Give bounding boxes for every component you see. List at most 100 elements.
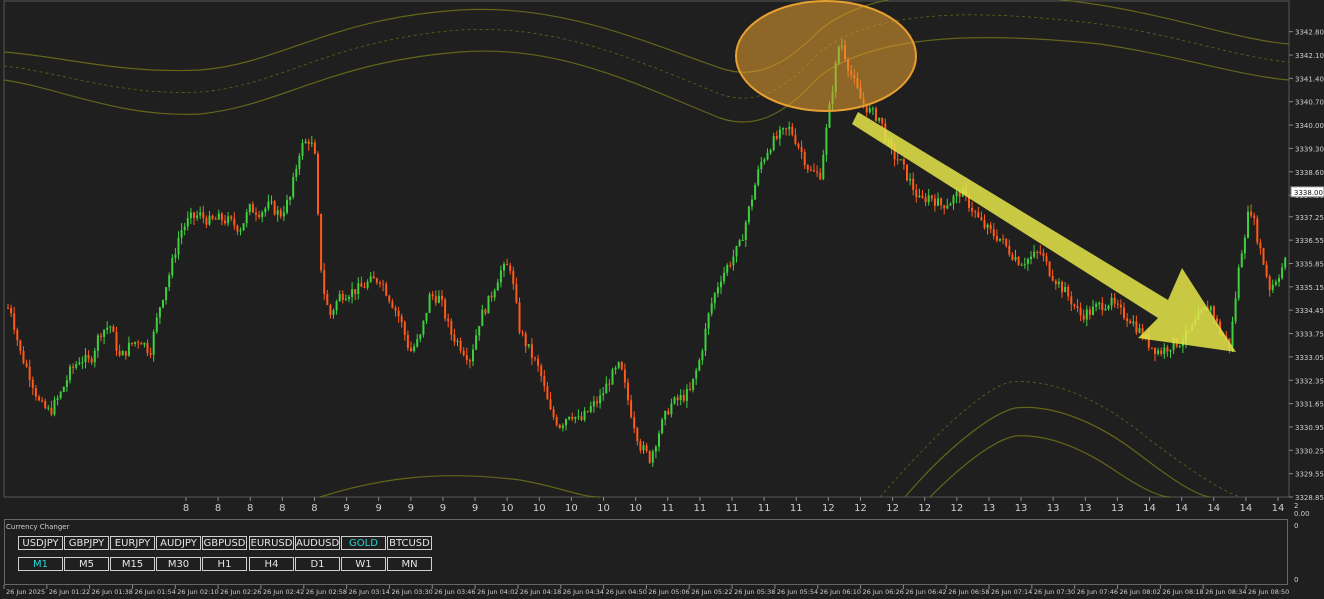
symbol-button-audusd[interactable]: AUDUSD — [295, 536, 340, 550]
candle-body — [543, 375, 546, 387]
time-label: 26 Jun 06:58 — [948, 588, 989, 596]
candle-body — [654, 446, 657, 452]
candle-body — [1274, 281, 1277, 285]
candle-body — [658, 433, 660, 447]
time-label: 26 Jun 04:18 — [520, 588, 561, 596]
timeframe-button-m15[interactable]: M15 — [110, 557, 155, 571]
candle-body — [193, 212, 195, 218]
candle-body — [16, 329, 19, 341]
candle-body — [465, 354, 468, 361]
candle-body — [518, 302, 521, 333]
symbol-button-gbpusd[interactable]: GBPUSD — [202, 536, 247, 550]
y-tick-label: 3331.65 — [1295, 401, 1324, 409]
y-tick-label: 3340.00 — [1295, 122, 1324, 130]
candle-body — [121, 351, 124, 356]
y-tick-label: 3333.75 — [1295, 331, 1324, 339]
candle-body — [158, 307, 161, 318]
candle-body — [1262, 248, 1265, 265]
candle-body — [413, 346, 416, 352]
candle-body — [673, 397, 676, 404]
candle-body — [819, 172, 822, 180]
symbol-button-audjpy[interactable]: AUDJPY — [156, 536, 201, 550]
candle-body — [679, 395, 682, 401]
envelope-band — [3, 0, 1290, 73]
timeframe-button-h4[interactable]: H4 — [249, 557, 294, 571]
candle-body — [403, 322, 406, 335]
candle-body — [279, 210, 282, 217]
candle-body — [96, 335, 99, 351]
hour-label: 14 — [1207, 503, 1220, 514]
candle-body — [822, 154, 825, 180]
candle-body — [689, 388, 691, 390]
candle-body — [1259, 242, 1262, 249]
candle-body — [701, 350, 704, 361]
candle-body — [744, 222, 747, 241]
candle-body — [180, 230, 183, 238]
candle-body — [220, 213, 223, 221]
time-label: 26 Jun 08:50 — [1248, 588, 1289, 596]
candle-body — [720, 281, 722, 288]
candle-body — [682, 395, 685, 401]
candle-body — [1011, 254, 1014, 260]
candle-body — [38, 396, 40, 401]
candle-body — [320, 213, 323, 271]
candle-body — [1085, 309, 1088, 320]
candle-body — [704, 328, 707, 351]
y-tick-label: 3333.05 — [1295, 354, 1324, 362]
candle-body — [1256, 218, 1259, 243]
hour-label: 8 — [247, 503, 253, 514]
candle-body — [707, 313, 710, 329]
candle-body — [577, 416, 580, 418]
y-tick-label: 3342.80 — [1295, 29, 1324, 37]
candle-body — [1095, 304, 1098, 307]
timeframe-button-m30[interactable]: M30 — [156, 557, 201, 571]
timeframe-button-h1[interactable]: H1 — [202, 557, 247, 571]
candle-body — [1212, 306, 1215, 319]
candle-body — [50, 407, 53, 415]
price-chart[interactable]: 3342.80 3342.10 3341.40 3340.70 3340.00 3339.… — [0, 0, 1324, 599]
candle-body — [999, 238, 1001, 241]
candle-body — [915, 189, 918, 198]
symbol-button-eurjpy[interactable]: EURJPY — [110, 536, 155, 550]
timeframe-button-m1[interactable]: M1 — [18, 557, 63, 571]
timeframe-button-d1[interactable]: D1 — [295, 557, 340, 571]
candle-body — [146, 342, 149, 354]
symbol-button-gold[interactable]: GOLD — [341, 536, 386, 550]
candle-body — [177, 237, 180, 255]
candle-body — [326, 293, 329, 305]
symbol-button-btcusd[interactable]: BTCUSD — [387, 536, 432, 550]
candle-body — [1209, 306, 1212, 311]
timeframe-button-w1[interactable]: W1 — [341, 557, 386, 571]
time-label: 26 Jun 04:50 — [606, 588, 647, 596]
candle-body — [437, 295, 440, 303]
candle-body — [382, 283, 385, 285]
candle-body — [521, 332, 524, 334]
candle-body — [642, 445, 645, 451]
timeframe-button-mn[interactable]: MN — [387, 557, 432, 571]
symbol-button-usdjpy[interactable]: USDJPY — [18, 536, 63, 550]
symbol-button-gbpjpy[interactable]: GBPJPY — [64, 536, 109, 550]
candle-body — [515, 284, 518, 303]
candle-body — [199, 212, 202, 216]
candle-body — [41, 400, 44, 402]
hour-label: 9 — [408, 503, 414, 514]
candle-body — [304, 141, 307, 144]
candle-body — [949, 203, 952, 206]
candle-body — [1005, 238, 1008, 246]
candle-body — [1039, 251, 1042, 253]
candle-body — [902, 159, 905, 165]
symbol-button-eurusd[interactable]: EURUSD — [249, 536, 294, 550]
candle-body — [44, 401, 47, 409]
candle-body — [896, 159, 899, 161]
candle-body — [25, 363, 28, 367]
candle-body — [927, 195, 930, 203]
candle-body — [416, 339, 419, 347]
currency-changer-panel — [4, 519, 1288, 585]
candle-body — [149, 353, 152, 355]
candle-body — [1250, 211, 1253, 216]
candle-body — [59, 391, 62, 399]
candle-body — [1036, 251, 1039, 253]
timeframe-button-m5[interactable]: M5 — [64, 557, 109, 571]
hour-label: 10 — [565, 503, 578, 514]
candle-body — [329, 304, 332, 315]
